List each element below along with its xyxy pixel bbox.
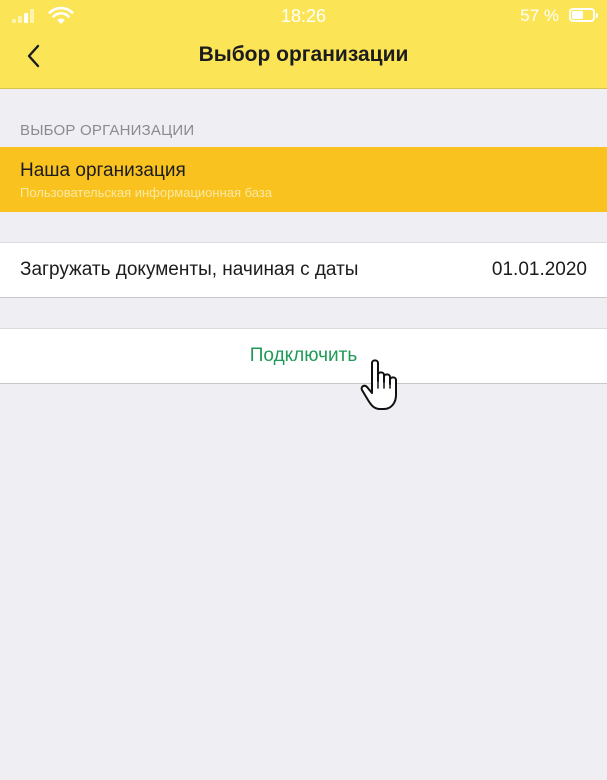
connect-button[interactable]: Подключить — [0, 328, 607, 384]
load-date-value[interactable]: 01.01.2020 — [492, 259, 587, 281]
organization-description: Пользовательская информационная база — [20, 185, 273, 200]
connect-button-label: Подключить — [249, 345, 358, 366]
section-header: ВЫБОР ОРГАНИЗАЦИИ — [20, 122, 195, 139]
page-title: Выбор организации — [198, 43, 409, 66]
battery-icon — [569, 8, 598, 22]
hand-pointer-icon — [360, 359, 397, 410]
load-date-label: Загружать документы, начиная с даты — [20, 259, 359, 280]
header-bar: 18:26 57 % Выбор организации — [0, 0, 607, 89]
battery-percent: 57 % — [520, 6, 559, 25]
organization-name: Наша организация — [20, 160, 186, 181]
organization-list-item[interactable]: Наша организация Пользовательская информ… — [0, 147, 607, 212]
status-bar: 18:26 57 % — [0, 0, 607, 32]
load-date-setting-row[interactable]: Загружать документы, начиная с даты 01.0… — [0, 242, 607, 298]
status-time: 18:26 — [280, 6, 327, 26]
